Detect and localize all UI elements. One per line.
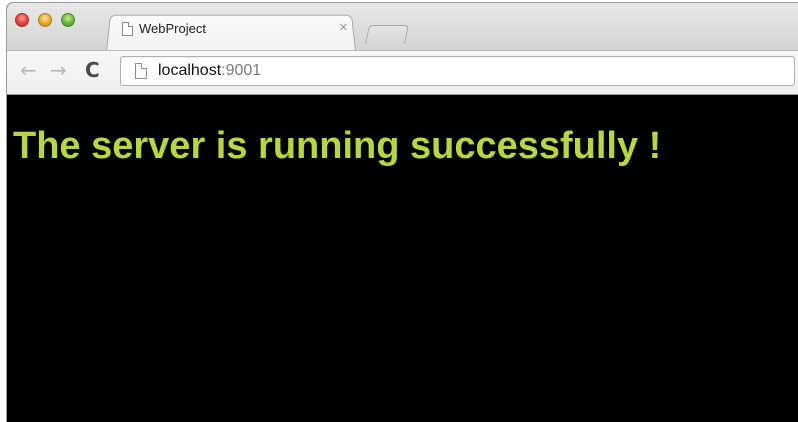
new-tab-button[interactable]	[364, 25, 410, 44]
document-icon	[122, 22, 133, 36]
zoom-window-icon[interactable]	[61, 13, 75, 27]
tab-close-icon[interactable]: ×	[339, 19, 348, 37]
minimize-window-icon[interactable]	[38, 13, 52, 27]
page-content: The server is running successfully !	[7, 95, 798, 422]
tab-title: WebProject	[139, 21, 206, 36]
close-window-icon[interactable]	[15, 13, 29, 27]
url-text[interactable]: localhost:9001	[158, 62, 261, 80]
navigation-toolbar: ← → C localhost:9001	[7, 50, 798, 95]
server-status-message: The server is running successfully !	[13, 125, 662, 167]
url-port: :9001	[221, 62, 262, 79]
browser-window: WebProject × ← → C localhost:9001 The se…	[7, 3, 798, 422]
tab-content: WebProject ×	[117, 18, 357, 48]
reload-icon[interactable]: C	[85, 60, 100, 80]
back-arrow-icon[interactable]: ←	[20, 60, 37, 80]
url-host: localhost	[158, 62, 222, 79]
forward-arrow-icon[interactable]: →	[50, 60, 67, 80]
address-bar[interactable]: localhost:9001	[120, 56, 795, 86]
page-icon	[135, 63, 147, 79]
title-bar: WebProject ×	[7, 3, 798, 51]
